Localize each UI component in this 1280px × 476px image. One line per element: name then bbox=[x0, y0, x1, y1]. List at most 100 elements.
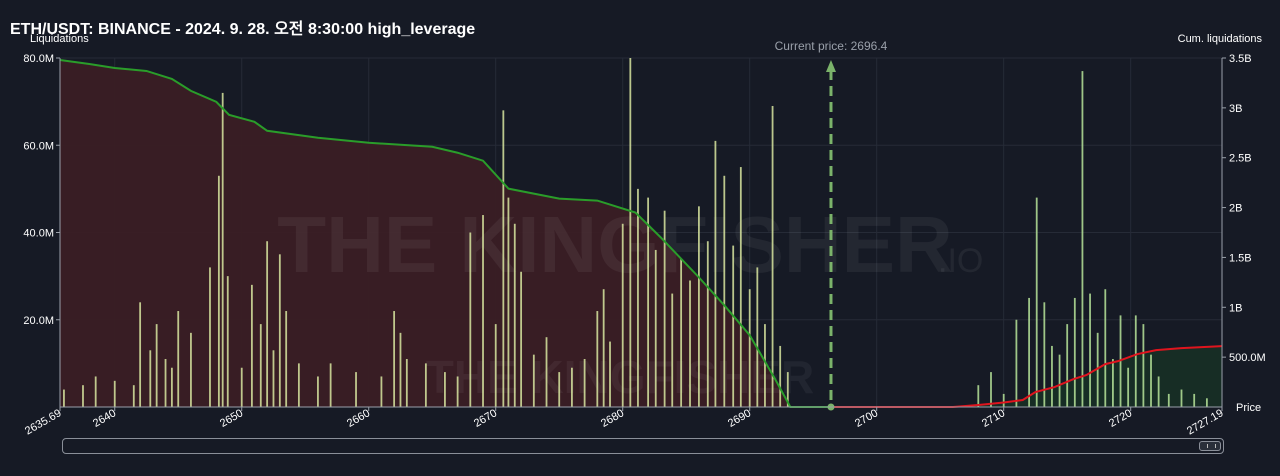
liquidation-bar bbox=[1142, 324, 1145, 407]
liquidation-bar bbox=[1104, 289, 1107, 407]
arrow-up-icon bbox=[825, 60, 836, 72]
liquidation-bar bbox=[706, 241, 709, 407]
scroll-handle[interactable] bbox=[1199, 441, 1221, 451]
liquidation-bar bbox=[456, 376, 459, 407]
liquidation-bar bbox=[1112, 359, 1114, 407]
liquidation-bar bbox=[609, 341, 611, 407]
liquidation-bar bbox=[647, 197, 650, 407]
y-tick-label-right: 2.5B bbox=[1229, 153, 1252, 165]
liquidation-bar bbox=[532, 354, 535, 407]
current-price-label: Current price: 2696.4 bbox=[775, 39, 888, 53]
liquidation-bar bbox=[748, 289, 751, 407]
x-tick-label: 2635.69 bbox=[23, 407, 63, 437]
y-tick-label-right: 3.5B bbox=[1229, 53, 1252, 65]
liquidation-chart[interactable]: THE KINGFISHER .IO THE KINGFISHER Curren… bbox=[0, 0, 1280, 476]
liquidation-bar bbox=[155, 324, 158, 407]
liquidation-bar bbox=[405, 359, 408, 407]
liquidation-bar bbox=[602, 289, 605, 407]
x-tick-label: 2710 bbox=[980, 407, 1007, 430]
liquidation-bar bbox=[380, 376, 383, 407]
y-tick-label-right: 1.5B bbox=[1229, 252, 1252, 264]
liquidation-bar bbox=[250, 284, 253, 407]
liquidation-bar bbox=[190, 332, 192, 407]
liquidation-bar bbox=[571, 367, 573, 407]
liquidation-bar bbox=[1180, 389, 1183, 407]
grip-icon bbox=[1207, 444, 1216, 448]
liquidation-bar bbox=[63, 389, 65, 407]
liquidation-bar bbox=[393, 311, 396, 407]
x-tick-label: 2720 bbox=[1107, 407, 1134, 430]
liquidation-bar bbox=[671, 293, 674, 407]
liquidation-bar bbox=[217, 175, 220, 407]
liquidation-bar bbox=[732, 245, 735, 407]
liquidation-bar bbox=[1193, 393, 1196, 407]
x-tick-label: 2690 bbox=[726, 407, 753, 430]
liquidation-bar bbox=[764, 324, 766, 407]
liquidation-bar bbox=[507, 197, 510, 407]
liquidation-bar bbox=[164, 359, 167, 407]
chart-scrollbar[interactable] bbox=[62, 438, 1224, 454]
liquidation-bar bbox=[221, 92, 224, 408]
liquidation-bar bbox=[779, 345, 782, 407]
liquidation-bar bbox=[520, 271, 523, 407]
liquidation-bar bbox=[1015, 319, 1018, 407]
y-tick-label-right: 2B bbox=[1229, 203, 1242, 215]
liquidation-bar bbox=[558, 372, 561, 407]
y-axis-label-left: Liquidations bbox=[30, 33, 89, 45]
y-tick-label-right: 1B bbox=[1229, 302, 1242, 314]
liquidation-bar bbox=[177, 311, 180, 407]
x-tick-label: 2660 bbox=[345, 407, 372, 430]
y-tick-label-right: 3B bbox=[1229, 103, 1242, 115]
liquidation-bar bbox=[317, 376, 319, 407]
liquidation-bar bbox=[1127, 367, 1130, 407]
liquidation-bar bbox=[278, 254, 281, 407]
liquidation-bar bbox=[132, 385, 135, 407]
liquidation-bar bbox=[1058, 354, 1061, 407]
liquidation-bar bbox=[424, 363, 427, 407]
liquidation-bar bbox=[285, 311, 288, 407]
liquidation-bar bbox=[259, 324, 262, 407]
liquidation-bar bbox=[240, 367, 243, 407]
liquidation-bar bbox=[714, 140, 717, 407]
y-axis-label-right: Cum. liquidations bbox=[1178, 33, 1263, 45]
liquidation-bar bbox=[502, 110, 505, 407]
liquidation-bar bbox=[771, 105, 774, 408]
liquidation-bar bbox=[1134, 315, 1137, 407]
liquidation-bar bbox=[170, 367, 173, 407]
liquidation-bar bbox=[266, 241, 269, 407]
watermark-brand: THE KINGFISHER bbox=[277, 200, 953, 289]
liquidation-bar bbox=[990, 372, 992, 407]
liquidation-bar bbox=[723, 175, 726, 407]
liquidation-bar bbox=[680, 258, 683, 407]
liquidation-bar bbox=[1066, 324, 1069, 407]
liquidation-bar bbox=[272, 350, 275, 407]
x-tick-label: 2700 bbox=[853, 407, 880, 430]
liquidation-bar bbox=[139, 302, 142, 407]
liquidation-bar bbox=[82, 385, 84, 407]
x-axis-label: Price bbox=[1236, 402, 1261, 414]
liquidation-bar bbox=[297, 363, 300, 407]
liquidation-bar bbox=[1043, 302, 1046, 407]
y-tick-label-left: 60.0M bbox=[23, 140, 54, 152]
liquidation-bar bbox=[482, 215, 484, 407]
liquidation-bar bbox=[1150, 354, 1152, 407]
x-tick-label: 2650 bbox=[218, 407, 245, 430]
liquidation-bar bbox=[654, 249, 657, 407]
liquidation-bar bbox=[1081, 71, 1084, 408]
liquidation-bar bbox=[1167, 393, 1170, 407]
liquidation-bar bbox=[226, 276, 229, 407]
liquidation-bar bbox=[469, 232, 472, 407]
liquidation-bar bbox=[355, 372, 357, 407]
liquidation-bar bbox=[1051, 345, 1053, 407]
y-tick-label-left: 20.0M bbox=[23, 315, 54, 327]
liquidation-bar bbox=[113, 380, 116, 407]
liquidation-bar bbox=[1002, 393, 1005, 407]
liquidation-bar bbox=[739, 167, 742, 407]
liquidation-bar bbox=[1035, 197, 1038, 407]
x-tick-label: 2680 bbox=[599, 407, 626, 430]
liquidation-bar bbox=[1205, 398, 1208, 407]
liquidation-bar bbox=[149, 350, 152, 407]
liquidation-bar bbox=[513, 223, 516, 407]
liquidation-bar bbox=[545, 337, 548, 407]
x-tick-label: 2640 bbox=[91, 407, 118, 430]
